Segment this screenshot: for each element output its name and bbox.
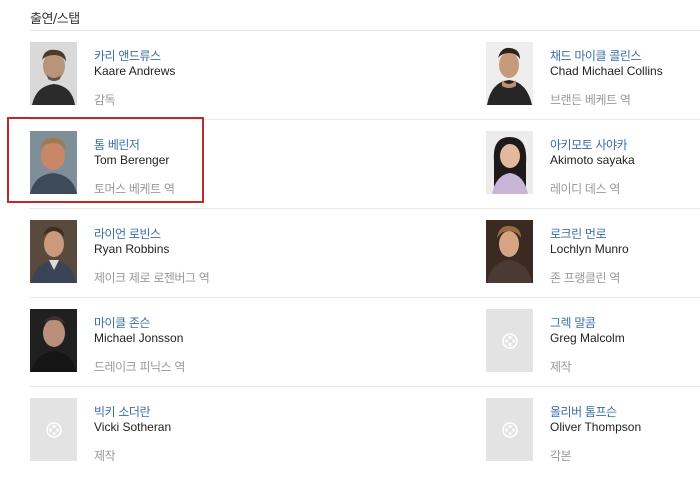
- cast-member[interactable]: 아키모토 사야카 Akimoto sayaka 레이디 데스 역: [486, 120, 700, 208]
- person-name-english: Kaare Andrews: [94, 64, 176, 78]
- person-name-korean[interactable]: 로크린 먼로: [550, 227, 700, 242]
- cast-member[interactable]: 마이클 존슨 Michael Jonsson 드레이크 피닉스 역: [30, 298, 250, 386]
- role-label: 드레이크 피닉스 역: [94, 360, 185, 374]
- name-block: 마이클 존슨 Michael Jonsson: [94, 316, 294, 346]
- role-label: 제작: [94, 449, 116, 463]
- profile-photo-placeholder[interactable]: [486, 398, 533, 461]
- person-name-korean[interactable]: 톰 베린저: [94, 138, 294, 153]
- role-label: 브랜든 베케트 역: [550, 93, 631, 107]
- role-label: 제이크 제로 로젠버그 역: [94, 271, 210, 285]
- person-name-korean[interactable]: 카리 앤드류스: [94, 49, 294, 64]
- person-name-korean[interactable]: 올리버 톰프슨: [550, 405, 700, 420]
- person-name-english: Vicki Sotheran: [94, 420, 172, 434]
- profile-photo[interactable]: [30, 131, 77, 194]
- profile-photo-placeholder[interactable]: [486, 309, 533, 372]
- name-block: 카리 앤드류스 Kaare Andrews: [94, 49, 294, 79]
- cast-row: 라이언 로빈스 Ryan Robbins 제이크 제로 로젠버그 역 로크린 먼…: [30, 209, 700, 298]
- profile-photo[interactable]: [30, 309, 77, 372]
- film-reel-icon: [501, 332, 518, 349]
- cast-grid: 카리 앤드류스 Kaare Andrews 감독 채드 마이클 콜린스 Chad…: [30, 31, 700, 475]
- cast-row: 마이클 존슨 Michael Jonsson 드레이크 피닉스 역 그렉 말콤 …: [30, 298, 700, 387]
- person-name-english: Michael Jonsson: [94, 331, 184, 345]
- cast-row: 카리 앤드류스 Kaare Andrews 감독 채드 마이클 콜린스 Chad…: [30, 31, 700, 120]
- profile-photo[interactable]: [486, 42, 533, 105]
- name-block: 채드 마이클 콜린스 Chad Michael Collins: [550, 49, 700, 79]
- cast-member[interactable]: 로크린 먼로 Lochlyn Munro 존 프랭클린 역: [486, 209, 700, 297]
- cast-row: 빅키 소더란 Vicki Sotheran 제작 올리버 톰프슨 Oliver …: [30, 387, 700, 475]
- role-label: 존 프랭클린 역: [550, 271, 620, 285]
- name-block: 라이언 로빈스 Ryan Robbins: [94, 227, 294, 257]
- person-name-korean[interactable]: 라이언 로빈스: [94, 227, 294, 242]
- person-name-korean[interactable]: 마이클 존슨: [94, 316, 294, 331]
- role-label: 감독: [94, 93, 116, 107]
- person-name-english: Greg Malcolm: [550, 331, 625, 345]
- cast-member[interactable]: 올리버 톰프슨 Oliver Thompson 각본: [486, 387, 700, 475]
- name-block: 아키모토 사야카 Akimoto sayaka: [550, 138, 700, 168]
- person-name-english: Akimoto sayaka: [550, 153, 635, 167]
- person-name-english: Oliver Thompson: [550, 420, 642, 434]
- profile-photo[interactable]: [486, 220, 533, 283]
- person-name-english: Tom Berenger: [94, 153, 170, 167]
- person-name-korean[interactable]: 그렉 말콤: [550, 316, 700, 331]
- cast-member[interactable]: 톰 베린저 Tom Berenger 토머스 베케트 역: [30, 120, 250, 208]
- person-name-english: Ryan Robbins: [94, 242, 170, 256]
- role-label: 토머스 베케트 역: [94, 182, 175, 196]
- cast-member[interactable]: 라이언 로빈스 Ryan Robbins 제이크 제로 로젠버그 역: [30, 209, 250, 297]
- film-reel-icon: [45, 421, 62, 438]
- cast-member[interactable]: 빅키 소더란 Vicki Sotheran 제작: [30, 387, 250, 475]
- cast-member[interactable]: 채드 마이클 콜린스 Chad Michael Collins 브랜든 베케트 …: [486, 31, 700, 119]
- profile-photo[interactable]: [30, 220, 77, 283]
- name-block: 로크린 먼로 Lochlyn Munro: [550, 227, 700, 257]
- section-title: 출연/스탭: [30, 12, 80, 27]
- name-block: 올리버 톰프슨 Oliver Thompson: [550, 405, 700, 435]
- person-name-english: Chad Michael Collins: [550, 64, 663, 78]
- role-label: 레이디 데스 역: [550, 182, 620, 196]
- profile-photo[interactable]: [30, 42, 77, 105]
- role-label: 각본: [550, 449, 572, 463]
- name-block: 그렉 말콤 Greg Malcolm: [550, 316, 700, 346]
- profile-photo-placeholder[interactable]: [30, 398, 77, 461]
- person-name-korean[interactable]: 채드 마이클 콜린스: [550, 49, 700, 64]
- person-name-korean[interactable]: 아키모토 사야카: [550, 138, 700, 153]
- cast-member[interactable]: 그렉 말콤 Greg Malcolm 제작: [486, 298, 700, 386]
- name-block: 빅키 소더란 Vicki Sotheran: [94, 405, 294, 435]
- role-label: 제작: [550, 360, 572, 374]
- person-name-english: Lochlyn Munro: [550, 242, 629, 256]
- film-reel-icon: [501, 421, 518, 438]
- person-name-korean[interactable]: 빅키 소더란: [94, 405, 294, 420]
- name-block: 톰 베린저 Tom Berenger: [94, 138, 294, 168]
- profile-photo[interactable]: [486, 131, 533, 194]
- cast-row: 톰 베린저 Tom Berenger 토머스 베케트 역 아키모토 사야카 Ak…: [30, 120, 700, 209]
- cast-member[interactable]: 카리 앤드류스 Kaare Andrews 감독: [30, 31, 250, 119]
